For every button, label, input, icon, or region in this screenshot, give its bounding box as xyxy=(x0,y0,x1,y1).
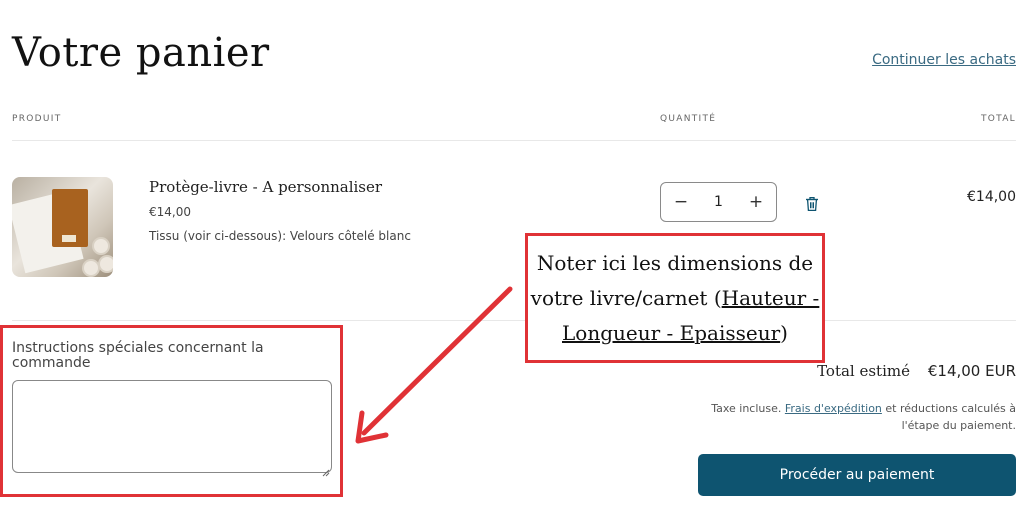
tax-shipping-note: Taxe incluse. Frais d'expédition et rédu… xyxy=(711,402,1016,432)
increase-quantity-button[interactable]: + xyxy=(748,192,764,212)
callout-line-2: votre livre/carnet (Hauteur - xyxy=(530,285,820,310)
shipping-link[interactable]: Frais d'expédition xyxy=(785,402,882,415)
continue-shopping-link[interactable]: Continuer les achats xyxy=(872,52,1016,68)
callout-line-3: Longueur - Epaisseur) xyxy=(562,320,788,345)
trash-icon[interactable] xyxy=(805,196,819,216)
column-header-total: TOTAL xyxy=(980,114,1016,124)
quantity-stepper: − 1 + xyxy=(660,182,777,222)
annotation-arrow xyxy=(355,286,513,444)
line-item-total: €14,00 xyxy=(967,189,1016,205)
product-name[interactable]: Protège-livre - A personnaliser xyxy=(149,178,382,196)
resize-handle-icon[interactable] xyxy=(321,462,330,477)
decrease-quantity-button[interactable]: − xyxy=(673,192,689,212)
estimated-total-label: Total estimé xyxy=(817,362,910,380)
estimated-total-value: €14,00 EUR xyxy=(927,362,1016,380)
product-image[interactable] xyxy=(12,177,113,277)
order-notes-textarea[interactable] xyxy=(12,380,332,473)
annotation-callout: Noter ici les dimensions de votre livre/… xyxy=(525,233,825,363)
quantity-input[interactable]: 1 xyxy=(714,194,723,210)
divider xyxy=(12,140,1016,141)
column-header-quantity: QUANTITÉ xyxy=(660,114,717,124)
checkout-button[interactable]: Procéder au paiement xyxy=(698,454,1016,496)
product-price: €14,00 xyxy=(149,205,191,219)
column-header-product: PRODUIT xyxy=(12,114,62,124)
callout-line-1: Noter ici les dimensions de xyxy=(536,250,814,275)
page-title: Votre panier xyxy=(12,30,270,76)
product-variant: Tissu (voir ci-dessous): Velours côtelé … xyxy=(149,229,411,243)
order-notes-label: Instructions spéciales concernant la com… xyxy=(12,340,264,371)
